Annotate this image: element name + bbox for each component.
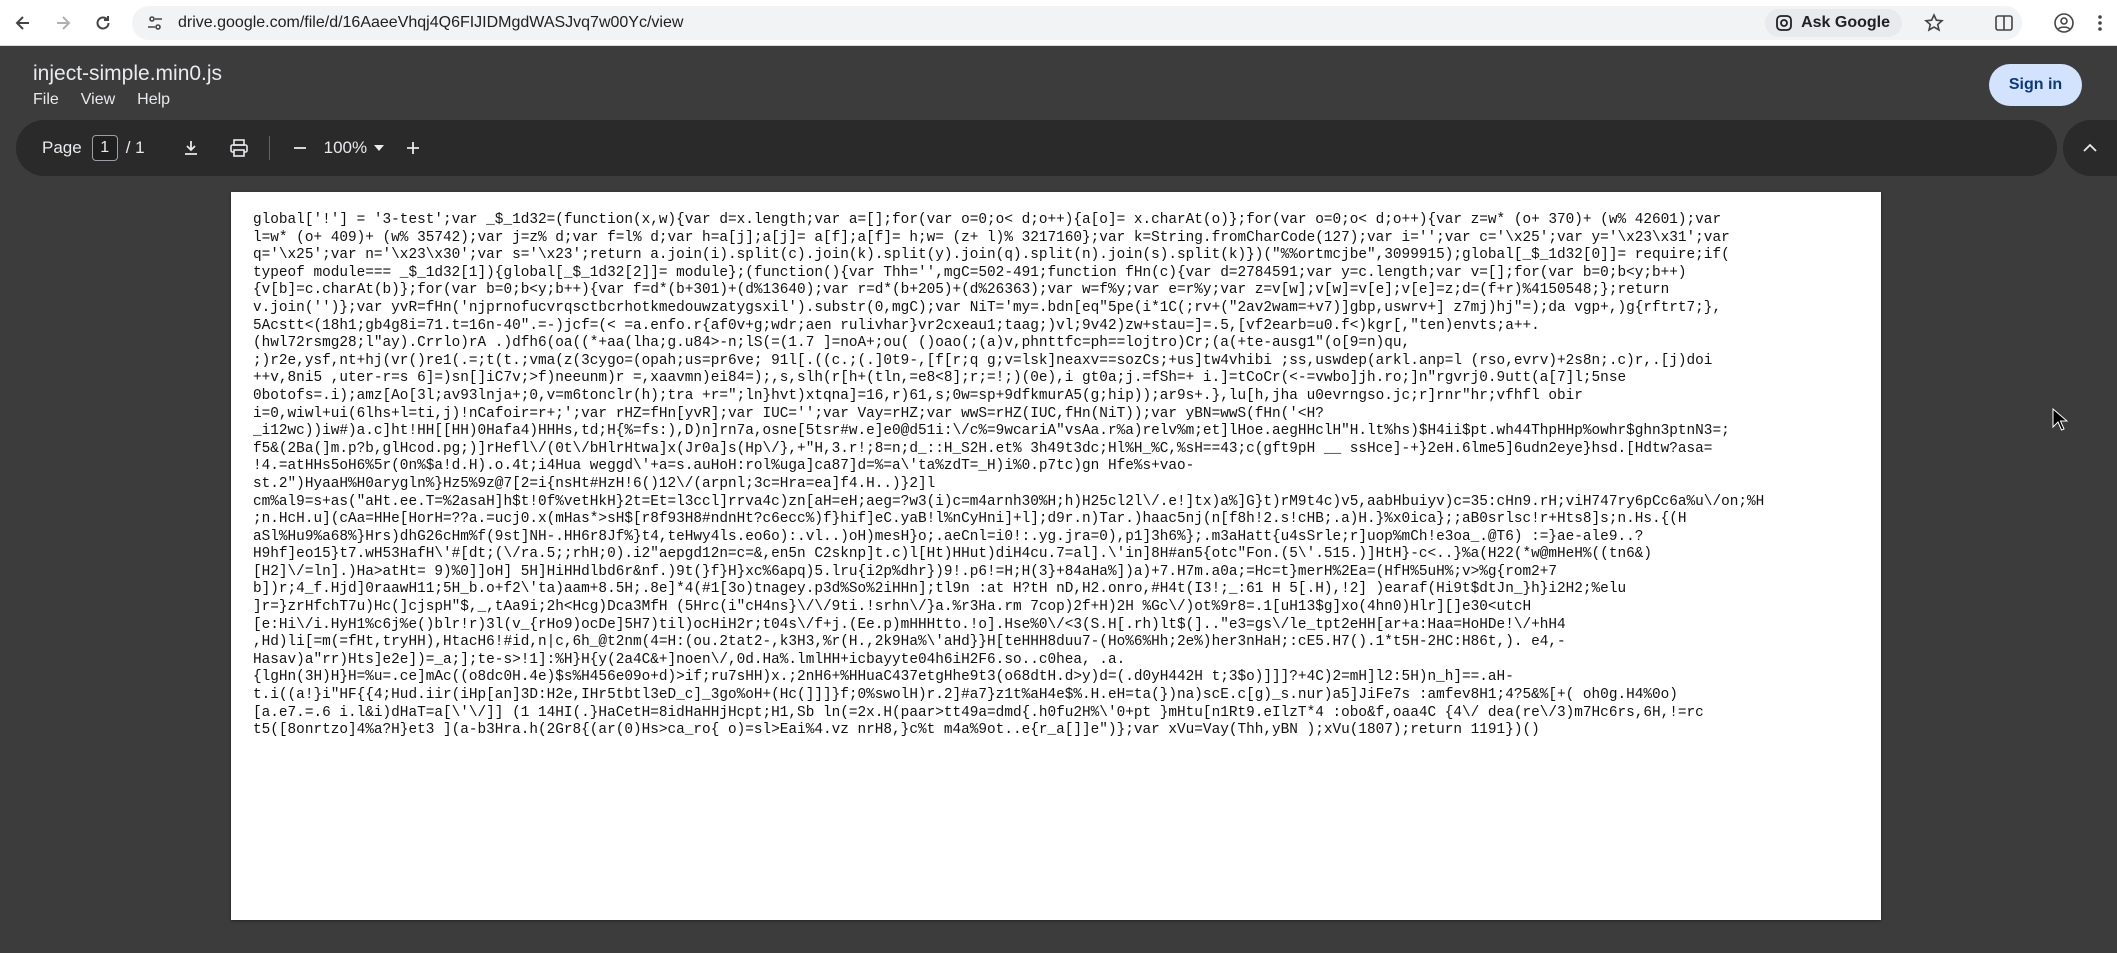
url-text[interactable]: drive.google.com/file/d/16AaeeVhqj4Q6FIJ… xyxy=(178,14,683,32)
zoom-out-icon[interactable] xyxy=(284,132,316,164)
code-line: _i12wc))iw#)a.c]ht!HH[[HH)0Hafa4)HHHs,td… xyxy=(253,423,1730,440)
site-info-icon[interactable] xyxy=(144,12,166,34)
zoom-level[interactable]: 100% xyxy=(324,138,367,158)
page-number-input[interactable] xyxy=(91,135,118,161)
forward-button[interactable] xyxy=(46,6,80,40)
code-line: ,Hd)li[=m(=fHt,tryHH),HtacH6!#id,n|c,6h_… xyxy=(253,634,1566,651)
back-arrow-icon xyxy=(15,15,29,30)
menu-bar: File View Help xyxy=(33,91,170,109)
code-line: 0botofs=.i);amz[Ao[3l;av93lnja+;0,v=m6to… xyxy=(253,387,1583,404)
file-title: inject-simple.min0.js xyxy=(33,62,223,85)
code-line: {lgHn(3H)H}H=%u=.ce]mAc((o8dc0H.4e)$s%H4… xyxy=(253,669,1514,686)
mouse-cursor-icon xyxy=(2052,408,2068,431)
download-icon[interactable] xyxy=(175,132,207,164)
code-line: q='\x25';var n='\x23\x30';var s='\x23';r… xyxy=(253,247,1730,264)
print-icon[interactable] xyxy=(223,132,255,164)
chevron-up-icon xyxy=(2083,143,2097,152)
menu-file[interactable]: File xyxy=(33,91,59,109)
code-line: cm%al9=s+as("aHt.ee.T=%2asaH]h$t!0f%vetH… xyxy=(253,493,1765,510)
code-line: ;n.HcH.u](cAa=HHe[HorH=??a.=ucj0.x(mHas*… xyxy=(253,511,1687,528)
address-bar[interactable]: drive.google.com/file/d/16AaeeVhqj4Q6FIJ… xyxy=(132,6,2022,40)
back-button[interactable] xyxy=(6,6,40,40)
page-total: / 1 xyxy=(125,138,145,157)
forward-arrow-icon xyxy=(57,15,71,30)
code-line: [H2]\/=ln].)Ha>atHt= 9)%0]]oH] 5H]HiHHdl… xyxy=(253,563,1558,580)
profile-icon[interactable] xyxy=(2052,11,2076,35)
more-options-icon[interactable] xyxy=(2088,11,2112,35)
code-line: [a.e7.=.6 i.l&i)dHaT=a[\'\/]] (1 14HI(.}… xyxy=(253,704,1704,721)
zoom-dropdown-chevron-icon[interactable] xyxy=(369,132,389,164)
code-line: Hasav)a"rr)Hts]e2e])=_a;];te-s>!1]:%H}H{… xyxy=(253,651,1126,668)
code-line: v.join('')};var yvR=fHn('njprnofucvrqsct… xyxy=(253,299,1722,316)
code-line: i=0,wiwl+ui(6lhs+l=ti,j)!nCafoir=r+;';va… xyxy=(253,405,1324,422)
code-line: H9hf]eo15}t7.wH53HafH\'#[dt;(\/ra.5;;rhH… xyxy=(253,546,1652,563)
browser-toolbar: drive.google.com/file/d/16AaeeVhqj4Q6FIJ… xyxy=(0,0,2117,46)
code-line: 5Acstt<(18h1;gb4g8i=71.t=16n-40".=-)jcf=… xyxy=(253,317,1540,334)
code-line: {v[b]=c.charAt(b)};for(var b=0;b<y;b++){… xyxy=(253,282,1670,299)
google-lens-icon xyxy=(1776,15,1792,31)
code-line: ]r=}zrHfchT7u)Hc(]cjspH"$,_,tAa9i;2h<Hcg… xyxy=(253,599,1532,616)
code-line: ;)r2e,ysf,nt+hj(vr()re1(.=;t(t.;vma(z(3c… xyxy=(253,352,1713,369)
code-line: t5([8onrtzo]4%a?H}et3 ](a-b3Hra.h(2Gr8{(… xyxy=(253,722,1540,739)
code-line: ++v,8ni5 ,uter-r=s 6]=)sn[]iC7v;>f)neeun… xyxy=(253,370,1627,387)
menu-view[interactable]: View xyxy=(81,91,115,109)
sign-in-button[interactable]: Sign in xyxy=(1989,64,2082,106)
bookmark-star-icon[interactable] xyxy=(1922,11,1946,35)
code-line: t.i((a!}i"HF{{4;Hud.iir(iHp[an]3D:H2e,IH… xyxy=(253,687,1678,704)
document-text: global['!'] = '3-test';var _$_1d32=(func… xyxy=(253,212,1863,740)
page-label: Page xyxy=(42,138,82,157)
code-line: f5&(2Ba(]m.p?b,glHcod.pg;)]rHefl\/(0t\/b… xyxy=(253,440,1713,457)
drive-header: inject-simple.min0.js File View Help Sig… xyxy=(0,46,2117,128)
code-line: st.2")HyaaH%H0arygln%}Hz5%9z@7[2=i{nsHt#… xyxy=(253,475,936,492)
ask-google-button[interactable]: Ask Google xyxy=(1765,9,1902,37)
toolbar-divider xyxy=(268,136,270,160)
code-line: [e:Hi\/i.HyH1%c6j%e()blr!r)3l(v_{rHo9)oc… xyxy=(253,616,1566,633)
reload-button[interactable] xyxy=(86,6,120,40)
reading-mode-icon[interactable] xyxy=(1992,11,2016,35)
code-line: !4.=atHHs5oH6%5r(0n%$a!d.H).o.4t;i4Hua w… xyxy=(253,458,1195,475)
code-line: l=w* (o+ 409)+ (w% 35742);var j=z% d;var… xyxy=(253,229,1730,246)
menu-help[interactable]: Help xyxy=(137,91,170,109)
pdf-toolbar: Page / 1 100% xyxy=(16,120,2057,176)
code-line: aSl%Hu9%a68%}Hrs)dhG26cHm%f(9st]NH-.HH6r… xyxy=(253,528,1644,545)
code-line: b])r;4_f.Hjd]0raawH11;5H_b.o+f2\'ta)aam+… xyxy=(253,581,1627,598)
code-line: (hwl72rsmg28;l"ay).Crrlo)rA .)dfh6(oa((*… xyxy=(253,335,1411,352)
code-line: typeof module=== _$_1d32[1]){global[_$_1… xyxy=(253,264,1687,281)
reload-icon xyxy=(96,15,110,29)
zoom-in-icon[interactable] xyxy=(397,132,429,164)
code-line: global['!'] = '3-test';var _$_1d32=(func… xyxy=(253,212,1722,228)
collapse-toolbar-button[interactable] xyxy=(2063,120,2117,176)
ask-google-label: Ask Google xyxy=(1801,14,1890,31)
document-page: global['!'] = '3-test';var _$_1d32=(func… xyxy=(231,192,1881,920)
